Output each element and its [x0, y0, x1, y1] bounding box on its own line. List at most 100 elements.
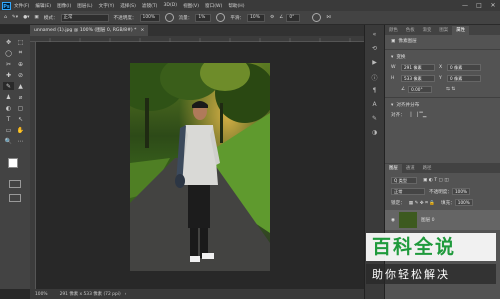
- airbrush-icon[interactable]: [216, 13, 226, 22]
- screen-mode-icon[interactable]: [9, 194, 21, 202]
- align-buttons[interactable]: ▏▕ ▔▁: [411, 113, 427, 118]
- lasso-tool-icon[interactable]: ◯: [3, 49, 14, 57]
- tab-color[interactable]: 颜色: [385, 26, 402, 35]
- brush-tool-icon[interactable]: ✎▾: [12, 15, 18, 20]
- menu-image[interactable]: 图像(I): [57, 3, 71, 9]
- menu-filter[interactable]: 滤镜(T): [142, 3, 158, 9]
- menu-type[interactable]: 文字(Y): [99, 3, 115, 9]
- character-icon[interactable]: A: [370, 101, 380, 109]
- pixel-layer-header: ▣ 像素图层: [385, 35, 500, 47]
- lock-icons[interactable]: ▦ ✎ ✥ ⌗ 🔒: [409, 200, 435, 206]
- menu-view[interactable]: 视图(V): [183, 3, 199, 9]
- fill-field[interactable]: 100%: [454, 199, 473, 206]
- minimize-button[interactable]: —: [458, 0, 472, 11]
- menu-3d[interactable]: 3D(D): [163, 3, 177, 8]
- layer-opacity-field[interactable]: 100%: [451, 188, 470, 195]
- maximize-button[interactable]: □: [472, 0, 486, 11]
- crop-tool-icon[interactable]: ⌗: [15, 49, 26, 57]
- type-tool-icon[interactable]: T: [3, 115, 14, 123]
- gradient-tool-icon[interactable]: ▢: [15, 104, 26, 112]
- mode-select[interactable]: 正常: [60, 13, 109, 22]
- close-tab-icon[interactable]: ×: [140, 25, 144, 36]
- healing-tool-icon[interactable]: ✚: [3, 71, 14, 79]
- transform-header[interactable]: ▾ 变换: [385, 52, 500, 62]
- quick-mask-icon[interactable]: [9, 180, 21, 188]
- collapse-panels-icon[interactable]: «: [370, 31, 380, 39]
- menu-help[interactable]: 帮助(H): [228, 3, 244, 9]
- menu-window[interactable]: 窗口(W): [205, 3, 222, 9]
- layer-filter-icons[interactable]: ▣ ◐ T ▢ ◫: [423, 178, 449, 183]
- height-field[interactable]: 533 像素: [401, 75, 435, 82]
- x-field[interactable]: 0 像素: [447, 64, 481, 71]
- path-selection-tool-icon[interactable]: ↖: [15, 115, 26, 123]
- foreground-color-swatch[interactable]: [8, 158, 18, 168]
- paragraph-icon[interactable]: ¶: [370, 87, 380, 95]
- info-icon[interactable]: ⓘ: [370, 73, 380, 82]
- smoothing-field[interactable]: 10%: [247, 13, 266, 22]
- pressure-opacity-icon[interactable]: [164, 13, 174, 22]
- history-brush-tool-icon[interactable]: ⌀: [15, 93, 26, 101]
- width-field[interactable]: 291 像素: [401, 64, 435, 71]
- eraser-tool-icon[interactable]: ⊘: [15, 71, 26, 79]
- menu-select[interactable]: 选择(S): [120, 3, 136, 9]
- slice-tool-icon[interactable]: ✂: [3, 60, 14, 68]
- brush-settings-icon[interactable]: ▣: [34, 15, 38, 20]
- align-header[interactable]: ▾ 对齐并分布: [385, 100, 500, 110]
- eye-icon[interactable]: ◉: [391, 218, 395, 223]
- tab-channels[interactable]: 通道: [402, 164, 419, 173]
- photo-canvas[interactable]: [130, 63, 270, 271]
- home-icon[interactable]: ⌂: [4, 15, 7, 20]
- y-field[interactable]: 0 像素: [447, 75, 481, 82]
- zoom-tool-icon[interactable]: 🔍: [3, 137, 14, 145]
- close-button[interactable]: ✕: [486, 0, 500, 11]
- align-row: 对齐： ▏▕ ▔▁: [385, 110, 500, 120]
- options-bar: ⌂ ✎▾ ●▾ ▣ 模式： 正常 不透明度： 100% 流量： 1% 平滑： 1…: [0, 11, 500, 25]
- history-icon[interactable]: ⟲: [370, 45, 380, 53]
- tab-properties[interactable]: 属性: [452, 26, 469, 35]
- zoom-level[interactable]: 100%: [35, 292, 48, 297]
- status-arrow-icon[interactable]: ›: [125, 292, 127, 297]
- document-tab[interactable]: unnamed (1).jpg @ 100% (图层 0, RGB/8#) * …: [30, 25, 149, 36]
- pixel-layer-icon: ▣: [391, 38, 396, 44]
- stamp-tool-icon[interactable]: ♟: [3, 93, 14, 101]
- opacity-label: 不透明度：: [113, 15, 137, 21]
- layer-name[interactable]: 图层 0: [421, 217, 435, 223]
- marquee-tool-icon[interactable]: ⬚: [15, 38, 26, 46]
- brush-tool-icon[interactable]: ✎: [3, 82, 14, 90]
- pressure-size-icon[interactable]: [312, 13, 322, 22]
- eyedropper-tool-icon[interactable]: ⊕: [15, 60, 26, 68]
- tab-paths[interactable]: 路径: [419, 164, 436, 173]
- shape-tool-icon[interactable]: ▭: [3, 126, 14, 134]
- layers-tabs: 图层 通道 路径: [385, 163, 500, 173]
- angle-field[interactable]: 0°: [286, 13, 301, 22]
- tab-patterns[interactable]: 图案: [435, 26, 452, 35]
- dodge-tool-icon[interactable]: ◐: [3, 104, 14, 112]
- menu-bar: Ps 文件(F) 编辑(E) 图像(I) 图层(L) 文字(Y) 选择(S) 滤…: [0, 0, 500, 11]
- tab-swatches[interactable]: 色板: [402, 26, 419, 35]
- transform-row-2: H 533 像素 Y 0 像素: [385, 73, 500, 84]
- tools-panel: ✥ ⬚ ◯ ⌗ ✂ ⊕ ✚ ⊘ ✎ ▲ ♟ ⌀ ◐ ▢ T ↖ ▭ ✋ 🔍 ⋯: [0, 34, 30, 289]
- brush-preset-picker[interactable]: ●▾: [23, 15, 29, 20]
- move-tool-icon[interactable]: ✥: [3, 38, 14, 46]
- flow-field[interactable]: 1%: [195, 13, 212, 22]
- actions-icon[interactable]: ▶: [370, 59, 380, 67]
- sharpen-tool-icon[interactable]: ▲: [15, 82, 26, 90]
- layer-row[interactable]: ◉ 图层 0: [385, 210, 500, 230]
- angle-field[interactable]: 0.00°: [408, 86, 433, 93]
- more-tools-icon[interactable]: ⋯: [15, 137, 26, 145]
- tab-gradients[interactable]: 渐变: [419, 26, 436, 35]
- symmetry-icon[interactable]: ⋈: [326, 15, 331, 20]
- tab-layers[interactable]: 图层: [385, 164, 402, 173]
- adjustments-icon[interactable]: ◑: [370, 129, 380, 137]
- opacity-field[interactable]: 100%: [139, 13, 160, 22]
- menu-layer[interactable]: 图层(L): [77, 3, 92, 9]
- flip-icons[interactable]: ⇆ ⇅: [446, 87, 455, 92]
- layer-kind-select[interactable]: Q 类型: [391, 177, 417, 184]
- gear-icon[interactable]: ⚙: [270, 15, 274, 20]
- chevron-down-icon: ▾: [391, 54, 394, 60]
- menu-edit[interactable]: 编辑(E): [35, 3, 51, 9]
- hand-tool-icon[interactable]: ✋: [15, 126, 26, 134]
- blend-mode-select[interactable]: 正常: [391, 188, 425, 195]
- brushes-icon[interactable]: ✎: [370, 115, 380, 123]
- menu-file[interactable]: 文件(F): [14, 3, 29, 9]
